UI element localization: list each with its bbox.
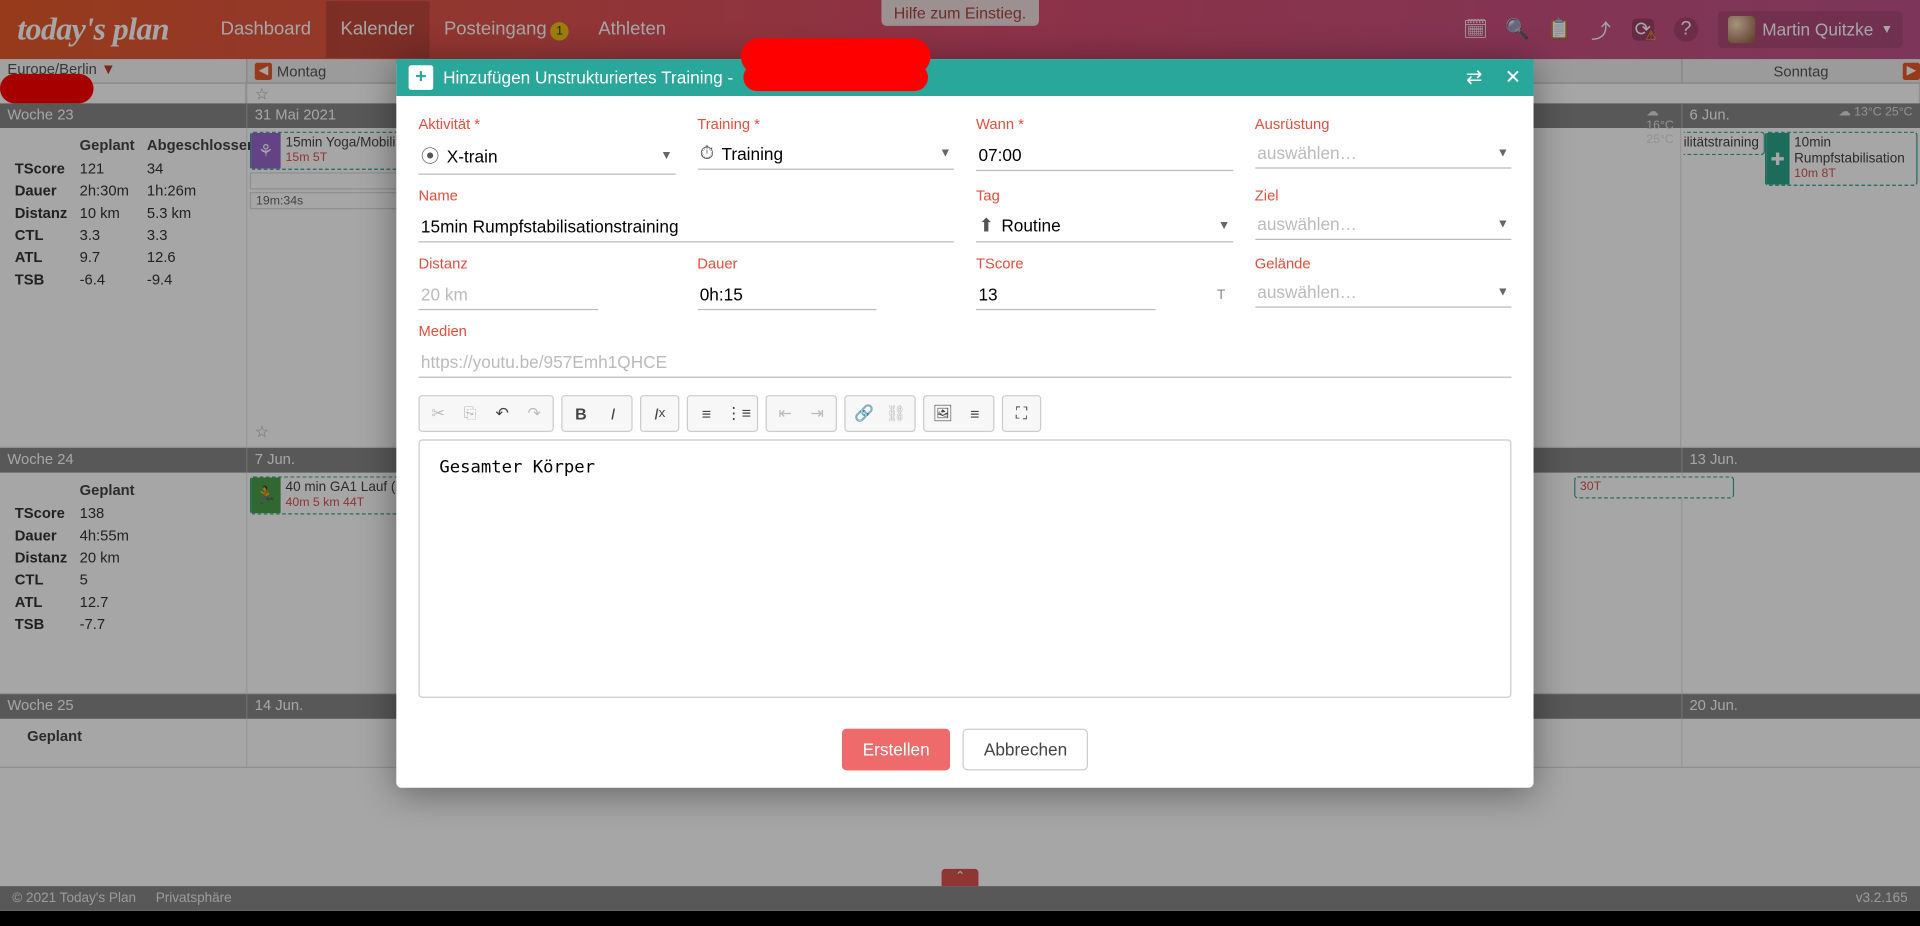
unlink-icon[interactable]: ⛓ (880, 399, 912, 429)
field-label: Ziel (1255, 187, 1512, 204)
terrain-field[interactable]: Gelände auswählen…▼ (1255, 255, 1512, 310)
field-label: Aktivität (418, 116, 675, 133)
goal-select[interactable]: auswählen…▼ (1255, 212, 1512, 240)
plus-icon: + (409, 65, 434, 90)
tag-select[interactable]: ⬆Routine▼ (976, 212, 1233, 243)
field-label: Medien (418, 322, 1511, 339)
tag-field[interactable]: Tag ⬆Routine▼ (976, 187, 1233, 242)
media-field[interactable]: Medien (418, 322, 1511, 377)
distance-field[interactable]: Distanz (418, 255, 675, 310)
field-label: Tag (976, 187, 1233, 204)
field-label: Distanz (418, 255, 675, 272)
name-input[interactable] (418, 212, 953, 243)
link-icon[interactable]: 🔗 (848, 399, 880, 429)
ol-icon[interactable]: ≡ (690, 399, 722, 429)
copy-icon[interactable]: ⎘ (454, 399, 486, 429)
chevron-down-icon: ▼ (1218, 218, 1230, 232)
outdent-icon[interactable]: ⇤ (769, 399, 801, 429)
activity-icon: ⦿ (421, 143, 439, 169)
field-label: TScore (976, 255, 1233, 272)
stopwatch-icon: ⏱ (700, 143, 714, 164)
duration-input[interactable] (697, 279, 877, 310)
name-field[interactable]: Name (418, 187, 953, 242)
field-label: Training (697, 116, 954, 133)
redo-icon[interactable]: ↷ (518, 399, 550, 429)
modal-header: + Hinzufügen Unstrukturiertes Training -… (396, 59, 1533, 96)
description-editor[interactable] (418, 439, 1511, 697)
training-select[interactable]: ⏱Training▼ (697, 140, 954, 170)
goal-field[interactable]: Ziel auswählen…▼ (1255, 187, 1512, 242)
field-label: Wann (976, 116, 1233, 133)
ul-icon[interactable]: ⋮≡ (722, 399, 754, 429)
image-icon[interactable]: 🖼 (927, 399, 959, 429)
modal-footer: Erstellen Abbrechen (396, 716, 1533, 787)
close-icon[interactable]: ✕ (1505, 65, 1522, 90)
activity-select[interactable]: ⦿X-train▼ (418, 140, 675, 174)
activity-field[interactable]: Aktivität ⦿X-train▼ (418, 116, 675, 175)
training-field[interactable]: Training ⏱Training▼ (697, 116, 954, 175)
align-icon[interactable]: ≡ (959, 399, 991, 429)
tscore-input[interactable] (976, 279, 1156, 310)
italic-icon[interactable]: I (597, 399, 629, 429)
equipment-field[interactable]: Ausrüstung auswählen…▼ (1255, 116, 1512, 175)
undo-icon[interactable]: ↶ (486, 399, 518, 429)
terrain-select[interactable]: auswählen…▼ (1255, 279, 1512, 307)
media-input[interactable] (418, 347, 1511, 378)
routine-icon: ⬆ (978, 214, 993, 236)
rte-toolbar: ✂ ⎘ ↶ ↷ B I Ix ≡ ⋮≡ ⇤ ⇥ (418, 395, 1511, 432)
cancel-button[interactable]: Abbrechen (963, 729, 1088, 771)
duration-field[interactable]: Dauer (697, 255, 954, 310)
chevron-down-icon: ▼ (939, 146, 951, 160)
modal-title: Hinzufügen Unstrukturiertes Training - (443, 68, 733, 88)
indent-icon[interactable]: ⇥ (801, 399, 833, 429)
swap-icon[interactable]: ⇄ (1466, 65, 1483, 90)
tscore-field[interactable]: TScore T (976, 255, 1233, 310)
when-input[interactable] (976, 140, 1233, 171)
distance-input[interactable] (418, 279, 598, 310)
create-button[interactable]: Erstellen (842, 729, 951, 771)
field-label: Name (418, 187, 953, 204)
field-label: Dauer (697, 255, 954, 272)
fullscreen-icon[interactable]: ⛶ (1006, 399, 1038, 429)
add-training-modal: + Hinzufügen Unstrukturiertes Training -… (396, 59, 1533, 788)
chevron-down-icon: ▼ (1497, 285, 1509, 299)
chevron-down-icon: ▼ (660, 149, 672, 163)
clear-format-icon[interactable]: Ix (644, 399, 676, 429)
field-label: Ausrüstung (1255, 116, 1512, 133)
cut-icon[interactable]: ✂ (422, 399, 454, 429)
chevron-down-icon: ▼ (1497, 217, 1509, 231)
unit-label: T (1217, 288, 1225, 303)
when-field[interactable]: Wann (976, 116, 1233, 175)
chevron-down-icon: ▼ (1497, 146, 1509, 160)
bold-icon[interactable]: B (565, 399, 597, 429)
field-label: Gelände (1255, 255, 1512, 272)
equipment-select[interactable]: auswählen…▼ (1255, 140, 1512, 168)
